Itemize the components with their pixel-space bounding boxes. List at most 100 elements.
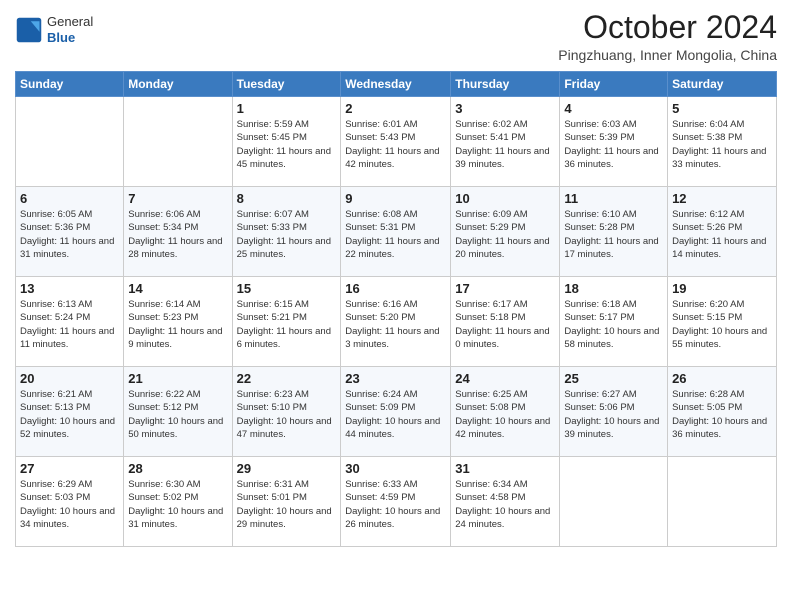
day-info: Sunrise: 6:27 AM Sunset: 5:06 PM Dayligh… bbox=[564, 388, 663, 441]
calendar-cell: 24 Sunrise: 6:25 AM Sunset: 5:08 PM Dayli… bbox=[451, 367, 560, 457]
calendar-header-row: SundayMondayTuesdayWednesdayThursdayFrid… bbox=[16, 72, 777, 97]
day-number: 7 bbox=[128, 191, 227, 206]
day-number: 21 bbox=[128, 371, 227, 386]
logo: General Blue bbox=[15, 14, 93, 45]
calendar-cell: 11Sunrise: 6:10 AM Sunset: 5:28 PM Dayli… bbox=[560, 187, 668, 277]
calendar-cell: 15 Sunrise: 6:15 AM Sunset: 5:21 PM Dayli… bbox=[232, 277, 341, 367]
calendar-cell: 6 Sunrise: 6:05 AM Sunset: 5:36 PM Daylig… bbox=[16, 187, 124, 277]
day-number: 29 bbox=[237, 461, 337, 476]
day-number: 19 bbox=[672, 281, 772, 296]
calendar-cell: 19 Sunrise: 6:20 AM Sunset: 5:15 PM Dayli… bbox=[668, 277, 777, 367]
day-number: 16 bbox=[345, 281, 446, 296]
calendar-cell: 27Sunrise: 6:29 AM Sunset: 5:03 PM Dayli… bbox=[16, 457, 124, 547]
day-info: Sunrise: 6:20 AM Sunset: 5:15 PM Dayligh… bbox=[672, 298, 772, 351]
calendar-cell: 3 Sunrise: 6:02 AM Sunset: 5:41 PM Daylig… bbox=[451, 97, 560, 187]
calendar-cell: 18 Sunrise: 6:18 AM Sunset: 5:17 PM Dayli… bbox=[560, 277, 668, 367]
day-info: Sunrise: 6:01 AM Sunset: 5:43 PM Dayligh… bbox=[345, 118, 446, 171]
day-info: Sunrise: 6:23 AM Sunset: 5:10 PM Dayligh… bbox=[237, 388, 337, 441]
day-info: Sunrise: 5:59 AM Sunset: 5:45 PM Dayligh… bbox=[237, 118, 337, 171]
weekday-header-sunday: Sunday bbox=[16, 72, 124, 97]
day-info: Sunrise: 6:06 AM Sunset: 5:34 PM Dayligh… bbox=[128, 208, 227, 261]
day-info: Sunrise: 6:16 AM Sunset: 5:20 PM Dayligh… bbox=[345, 298, 446, 351]
calendar-cell: 28 Sunrise: 6:30 AM Sunset: 5:02 PM Dayli… bbox=[124, 457, 232, 547]
day-info: Sunrise: 6:33 AM Sunset: 4:59 PM Dayligh… bbox=[345, 478, 446, 531]
day-info: Sunrise: 6:17 AM Sunset: 5:18 PM Dayligh… bbox=[455, 298, 555, 351]
logo-text: General Blue bbox=[47, 14, 93, 45]
calendar-cell: 8Sunrise: 6:07 AM Sunset: 5:33 PM Daylig… bbox=[232, 187, 341, 277]
day-info: Sunrise: 6:08 AM Sunset: 5:31 PM Dayligh… bbox=[345, 208, 446, 261]
calendar-cell: 1 Sunrise: 5:59 AM Sunset: 5:45 PM Daylig… bbox=[232, 97, 341, 187]
calendar-week-row: 27Sunrise: 6:29 AM Sunset: 5:03 PM Dayli… bbox=[16, 457, 777, 547]
day-number: 22 bbox=[237, 371, 337, 386]
day-info: Sunrise: 6:03 AM Sunset: 5:39 PM Dayligh… bbox=[564, 118, 663, 171]
day-info: Sunrise: 6:15 AM Sunset: 5:21 PM Dayligh… bbox=[237, 298, 337, 351]
day-number: 10 bbox=[455, 191, 555, 206]
day-info: Sunrise: 6:22 AM Sunset: 5:12 PM Dayligh… bbox=[128, 388, 227, 441]
day-info: Sunrise: 6:21 AM Sunset: 5:13 PM Dayligh… bbox=[20, 388, 119, 441]
day-number: 31 bbox=[455, 461, 555, 476]
day-number: 4 bbox=[564, 101, 663, 116]
weekday-header-monday: Monday bbox=[124, 72, 232, 97]
title-block: October 2024 Pingzhuang, Inner Mongolia,… bbox=[558, 10, 777, 63]
header: General Blue October 2024 Pingzhuang, In… bbox=[15, 10, 777, 63]
day-info: Sunrise: 6:12 AM Sunset: 5:26 PM Dayligh… bbox=[672, 208, 772, 261]
calendar-cell: 21 Sunrise: 6:22 AM Sunset: 5:12 PM Dayli… bbox=[124, 367, 232, 457]
day-number: 13 bbox=[20, 281, 119, 296]
weekday-header-tuesday: Tuesday bbox=[232, 72, 341, 97]
calendar-cell: 7 Sunrise: 6:06 AM Sunset: 5:34 PM Daylig… bbox=[124, 187, 232, 277]
day-number: 28 bbox=[128, 461, 227, 476]
calendar-week-row: 20 Sunrise: 6:21 AM Sunset: 5:13 PM Dayli… bbox=[16, 367, 777, 457]
day-number: 26 bbox=[672, 371, 772, 386]
day-number: 1 bbox=[237, 101, 337, 116]
day-number: 18 bbox=[564, 281, 663, 296]
day-number: 24 bbox=[455, 371, 555, 386]
calendar-week-row: 13 Sunrise: 6:13 AM Sunset: 5:24 PM Dayli… bbox=[16, 277, 777, 367]
page: General Blue October 2024 Pingzhuang, In… bbox=[0, 0, 792, 612]
month-title: October 2024 bbox=[558, 10, 777, 45]
day-info: Sunrise: 6:10 AM Sunset: 5:28 PM Dayligh… bbox=[564, 208, 663, 261]
calendar-cell: 14Sunrise: 6:14 AM Sunset: 5:23 PM Dayli… bbox=[124, 277, 232, 367]
weekday-header-friday: Friday bbox=[560, 72, 668, 97]
day-number: 30 bbox=[345, 461, 446, 476]
day-info: Sunrise: 6:31 AM Sunset: 5:01 PM Dayligh… bbox=[237, 478, 337, 531]
location: Pingzhuang, Inner Mongolia, China bbox=[558, 47, 777, 63]
calendar-cell bbox=[668, 457, 777, 547]
day-number: 20 bbox=[20, 371, 119, 386]
calendar-cell bbox=[560, 457, 668, 547]
calendar-table: SundayMondayTuesdayWednesdayThursdayFrid… bbox=[15, 71, 777, 547]
calendar-cell: 30 Sunrise: 6:33 AM Sunset: 4:59 PM Dayli… bbox=[341, 457, 451, 547]
calendar-cell: 20 Sunrise: 6:21 AM Sunset: 5:13 PM Dayli… bbox=[16, 367, 124, 457]
day-number: 5 bbox=[672, 101, 772, 116]
day-number: 3 bbox=[455, 101, 555, 116]
calendar-cell: 17Sunrise: 6:17 AM Sunset: 5:18 PM Dayli… bbox=[451, 277, 560, 367]
day-info: Sunrise: 6:14 AM Sunset: 5:23 PM Dayligh… bbox=[128, 298, 227, 351]
weekday-header-thursday: Thursday bbox=[451, 72, 560, 97]
calendar-cell bbox=[16, 97, 124, 187]
calendar-cell: 25Sunrise: 6:27 AM Sunset: 5:06 PM Dayli… bbox=[560, 367, 668, 457]
day-number: 15 bbox=[237, 281, 337, 296]
calendar-week-row: 6 Sunrise: 6:05 AM Sunset: 5:36 PM Daylig… bbox=[16, 187, 777, 277]
calendar-cell: 31Sunrise: 6:34 AM Sunset: 4:58 PM Dayli… bbox=[451, 457, 560, 547]
day-info: Sunrise: 6:18 AM Sunset: 5:17 PM Dayligh… bbox=[564, 298, 663, 351]
day-info: Sunrise: 6:30 AM Sunset: 5:02 PM Dayligh… bbox=[128, 478, 227, 531]
day-number: 6 bbox=[20, 191, 119, 206]
day-info: Sunrise: 6:04 AM Sunset: 5:38 PM Dayligh… bbox=[672, 118, 772, 171]
day-info: Sunrise: 6:13 AM Sunset: 5:24 PM Dayligh… bbox=[20, 298, 119, 351]
day-info: Sunrise: 6:09 AM Sunset: 5:29 PM Dayligh… bbox=[455, 208, 555, 261]
weekday-header-saturday: Saturday bbox=[668, 72, 777, 97]
calendar-cell: 10 Sunrise: 6:09 AM Sunset: 5:29 PM Dayli… bbox=[451, 187, 560, 277]
calendar-cell: 12 Sunrise: 6:12 AM Sunset: 5:26 PM Dayli… bbox=[668, 187, 777, 277]
day-info: Sunrise: 6:28 AM Sunset: 5:05 PM Dayligh… bbox=[672, 388, 772, 441]
day-info: Sunrise: 6:02 AM Sunset: 5:41 PM Dayligh… bbox=[455, 118, 555, 171]
day-info: Sunrise: 6:29 AM Sunset: 5:03 PM Dayligh… bbox=[20, 478, 119, 531]
day-number: 23 bbox=[345, 371, 446, 386]
day-number: 2 bbox=[345, 101, 446, 116]
day-info: Sunrise: 6:05 AM Sunset: 5:36 PM Dayligh… bbox=[20, 208, 119, 261]
calendar-cell: 5 Sunrise: 6:04 AM Sunset: 5:38 PM Daylig… bbox=[668, 97, 777, 187]
day-number: 8 bbox=[237, 191, 337, 206]
calendar-cell: 16 Sunrise: 6:16 AM Sunset: 5:20 PM Dayli… bbox=[341, 277, 451, 367]
weekday-header-wednesday: Wednesday bbox=[341, 72, 451, 97]
calendar-cell bbox=[124, 97, 232, 187]
day-number: 12 bbox=[672, 191, 772, 206]
day-info: Sunrise: 6:25 AM Sunset: 5:08 PM Dayligh… bbox=[455, 388, 555, 441]
